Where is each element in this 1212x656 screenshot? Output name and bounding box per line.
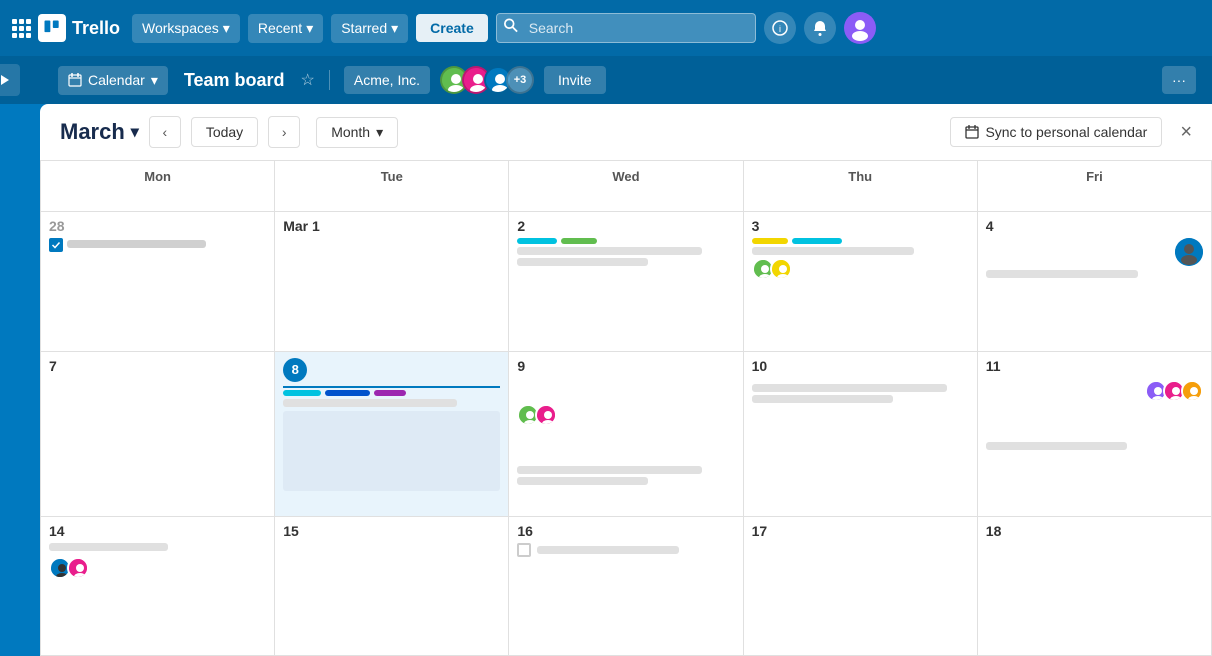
search-container [496, 13, 756, 43]
divider [329, 70, 330, 90]
day-header-fri: Fri [978, 161, 1212, 212]
card-item[interactable] [49, 238, 266, 252]
prev-month-button[interactable]: ‹ [149, 116, 181, 148]
month-title[interactable]: March ▾ [60, 119, 139, 145]
day-cell-7[interactable]: 7 [41, 352, 275, 517]
day-number: 14 [49, 523, 266, 539]
day-cell-8[interactable]: 8 [275, 352, 509, 517]
search-icon [504, 19, 518, 38]
chevron-down-icon: ▾ [306, 20, 313, 37]
day-cell-18[interactable]: 18 [978, 517, 1212, 656]
day-cell-14[interactable]: 14 [41, 517, 275, 656]
calendar-view-button[interactable]: Calendar ▾ [58, 66, 168, 95]
workspace-button[interactable]: Acme, Inc. [344, 66, 430, 94]
avatar [770, 258, 792, 280]
day-number: Mar 1 [283, 218, 500, 234]
calendar-panel: March ▾ ‹ Today › Month ▾ Sync to person… [40, 104, 1212, 656]
day-number: 15 [283, 523, 500, 539]
day-cell-10[interactable]: 10 [744, 352, 978, 517]
day-number: 2 [517, 218, 734, 234]
today-button[interactable]: Today [191, 117, 258, 147]
card-item[interactable] [517, 543, 734, 557]
calendar-header: March ▾ ‹ Today › Month ▾ Sync to person… [40, 104, 1212, 161]
day-number: 10 [752, 358, 969, 374]
day-cell-mar1[interactable]: Mar 1 [275, 212, 509, 351]
invite-button[interactable]: Invite [544, 66, 605, 94]
chevron-down-icon: ▾ [151, 72, 158, 89]
day-header-wed: Wed [509, 161, 743, 212]
view-selector-button[interactable]: Month ▾ [316, 117, 398, 148]
avatar [67, 557, 89, 579]
chevron-down-icon: ▾ [131, 122, 139, 142]
day-number: 8 [283, 358, 500, 382]
day-number: 16 [517, 523, 734, 539]
day-cell-9[interactable]: 9 [509, 352, 743, 517]
calendar-grid: Mon Tue Wed Thu Fri 28 Mar 1 [40, 161, 1212, 656]
logo-text: Trello [72, 18, 120, 39]
card-avatars [752, 258, 969, 280]
day-header-thu: Thu [744, 161, 978, 212]
day-cell-28[interactable]: 28 [41, 212, 275, 351]
search-input[interactable] [496, 13, 756, 43]
checkbox-empty-icon [517, 543, 531, 557]
day-number: 11 [986, 358, 1203, 374]
checkbox-icon [49, 238, 63, 252]
sub-navigation: Calendar ▾ Team board ☆ Acme, Inc. +3 In… [0, 56, 1212, 104]
day-cell-2[interactable]: 2 [509, 212, 743, 351]
grid-menu-icon[interactable] [12, 19, 30, 37]
user-avatar[interactable] [844, 12, 876, 44]
svg-text:i: i [779, 24, 781, 34]
label-bars [752, 238, 969, 244]
day-header-tue: Tue [275, 161, 509, 212]
extra-members-count[interactable]: +3 [506, 66, 534, 94]
day-header-mon: Mon [41, 161, 275, 212]
day-cell-17[interactable]: 17 [744, 517, 978, 656]
calendar-area: March ▾ ‹ Today › Month ▾ Sync to person… [0, 104, 1212, 656]
sidebar-toggle[interactable] [0, 64, 20, 96]
board-title: Team board [184, 70, 285, 91]
avatar [1175, 238, 1203, 266]
today-number: 8 [283, 358, 307, 382]
day-number: 7 [49, 358, 266, 374]
chevron-down-icon: ▾ [391, 20, 398, 37]
day-number: 17 [752, 523, 969, 539]
day-cell-4[interactable]: 4 [978, 212, 1212, 351]
trello-logo[interactable]: Trello [38, 14, 120, 42]
card-avatars [986, 380, 1203, 402]
day-number: 18 [986, 523, 1203, 539]
day-cell-16[interactable]: 16 [509, 517, 743, 656]
top-navigation: Trello Workspaces ▾ Recent ▾ Starred ▾ C… [0, 0, 1212, 56]
day-cell-15[interactable]: 15 [275, 517, 509, 656]
member-avatars-group: +3 [440, 66, 534, 94]
label-bars [517, 238, 734, 244]
trello-icon [38, 14, 66, 42]
card-avatars [49, 557, 266, 579]
label-bars [283, 390, 500, 396]
info-button[interactable]: i [764, 12, 796, 44]
avatar [1181, 380, 1203, 402]
next-month-button[interactable]: › [268, 116, 300, 148]
workspaces-button[interactable]: Workspaces ▾ [132, 14, 240, 43]
recent-button[interactable]: Recent ▾ [248, 14, 323, 43]
day-cell-11[interactable]: 11 [978, 352, 1212, 517]
card-block[interactable] [283, 411, 500, 491]
day-number: 4 [986, 218, 1203, 234]
avatar [535, 404, 557, 426]
day-number: 3 [752, 218, 969, 234]
create-button[interactable]: Create [416, 14, 488, 42]
more-options-button[interactable]: ··· [1162, 66, 1196, 94]
close-calendar-button[interactable]: × [1180, 121, 1192, 144]
chevron-down-icon: ▾ [223, 20, 230, 37]
star-button[interactable]: ☆ [301, 70, 315, 90]
day-number: 28 [49, 218, 266, 234]
notification-button[interactable] [804, 12, 836, 44]
card-avatars [517, 404, 734, 426]
day-number: 9 [517, 358, 734, 374]
starred-button[interactable]: Starred ▾ [331, 14, 408, 43]
day-cell-3[interactable]: 3 [744, 212, 978, 351]
chevron-down-icon: ▾ [376, 124, 383, 141]
sync-calendar-button[interactable]: Sync to personal calendar [950, 117, 1162, 147]
